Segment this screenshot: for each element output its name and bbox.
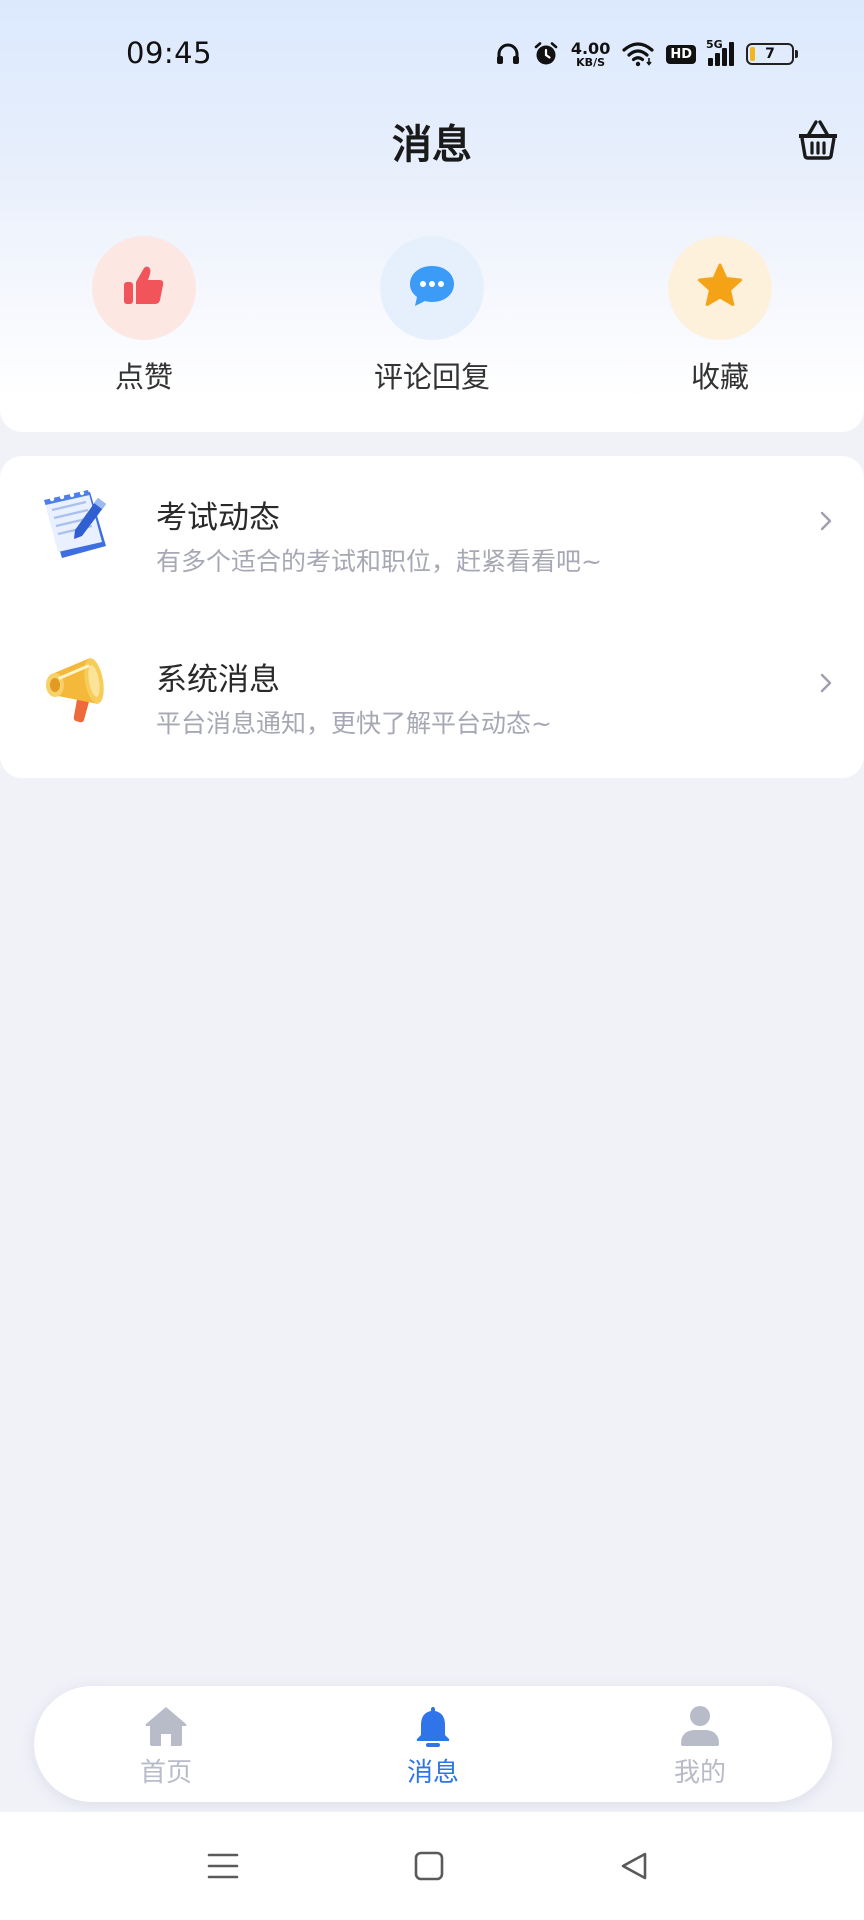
message-title: 考试动态 — [156, 500, 280, 536]
quick-actions: 点赞 评论回复 收藏 — [0, 236, 864, 406]
quick-action-favorites-label: 收藏 — [690, 360, 749, 394]
tab-home-label: 首页 — [139, 1758, 192, 1788]
status-bar: 09:45 4.00 KB/S HD 5G 7 — [0, 0, 864, 100]
message-title: 系统消息 — [156, 662, 280, 698]
user-icon — [620, 1704, 780, 1748]
likes-circle — [92, 236, 196, 340]
tab-profile[interactable]: 我的 — [620, 1704, 780, 1789]
quick-action-likes[interactable]: 点赞 — [44, 236, 244, 396]
comment-icon — [406, 261, 458, 315]
home-icon — [86, 1704, 246, 1748]
favorites-circle — [668, 236, 772, 340]
back-triangle-icon[interactable] — [615, 1846, 655, 1886]
net-speed-unit: KB/S — [576, 55, 606, 69]
headphones-icon — [495, 41, 521, 67]
basket-icon — [794, 120, 842, 168]
tab-profile-label: 我的 — [673, 1758, 726, 1788]
bottom-tab-bar: 首页 消息 我的 — [34, 1686, 832, 1802]
tab-home[interactable]: 首页 — [86, 1704, 246, 1789]
quick-action-likes-label: 点赞 — [114, 360, 173, 394]
star-icon — [695, 261, 745, 315]
bell-icon — [353, 1704, 513, 1748]
tab-messages-label: 消息 — [406, 1758, 459, 1788]
hd-icon: HD — [666, 44, 696, 64]
battery-icon: 7 — [746, 43, 798, 65]
message-list: 考试动态 有多个适合的考试和职位，赶紧看看吧~ 系统消息 平台消息通知，更快了解… — [0, 456, 864, 778]
comments-circle — [380, 236, 484, 340]
battery-level: 7 — [765, 46, 775, 62]
menu-icon[interactable] — [203, 1846, 243, 1886]
megaphone-icon — [38, 646, 120, 728]
system-nav-bar — [0, 1812, 864, 1920]
header-area: 09:45 4.00 KB/S HD 5G 7 消息 点赞 评论回复 收藏 — [0, 0, 864, 432]
thumbs-up-icon — [120, 262, 168, 314]
chevron-right-icon — [816, 670, 836, 696]
message-item-system[interactable]: 系统消息 平台消息通知，更快了解平台动态~ — [0, 618, 864, 768]
status-icons: 4.00 KB/S HD 5G 7 — [495, 36, 798, 72]
net-speed-value: 4.00 — [570, 38, 611, 58]
net-speed: 4.00 KB/S — [570, 38, 611, 69]
message-item-exam[interactable]: 考试动态 有多个适合的考试和职位，赶紧看看吧~ — [0, 456, 864, 606]
home-square-icon[interactable] — [409, 1846, 449, 1886]
chevron-right-icon — [816, 508, 836, 534]
alarm-icon — [533, 41, 559, 67]
network-type: 5G — [706, 38, 723, 51]
signal-icon: 5G — [706, 38, 734, 66]
page-title: 消息 — [392, 122, 472, 168]
quick-action-comments[interactable]: 评论回复 — [332, 236, 532, 396]
message-subtitle: 平台消息通知，更快了解平台动态~ — [156, 709, 552, 738]
notepad-icon — [38, 484, 120, 566]
quick-action-comments-label: 评论回复 — [373, 360, 490, 394]
tab-messages[interactable]: 消息 — [353, 1704, 513, 1789]
message-subtitle: 有多个适合的考试和职位，赶紧看看吧~ — [156, 547, 602, 576]
wifi-icon — [622, 41, 654, 67]
status-time: 09:45 — [126, 36, 213, 70]
basket-button[interactable] — [794, 116, 842, 164]
quick-action-favorites[interactable]: 收藏 — [620, 236, 820, 396]
